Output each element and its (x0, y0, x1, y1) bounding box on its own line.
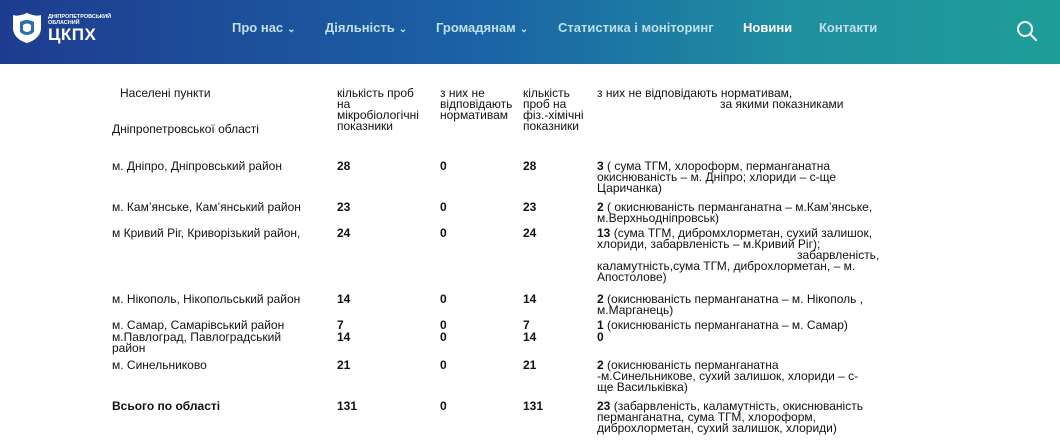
header-text: нормативам (440, 108, 508, 122)
row-place: м. Нікополь, Нікопольський район (112, 292, 301, 306)
row-micro-bad: 0 (440, 200, 447, 214)
chevron-down-icon: ⌄ (398, 24, 408, 35)
nav-item-label: Контакти (819, 20, 878, 35)
nav-item-label: Громадянам (436, 20, 516, 35)
row-detail: 13 (сума ТГМ, дибромхлорметан, сухий зал… (597, 227, 927, 284)
row-micro: 28 (337, 159, 351, 173)
header-text: показники (523, 119, 580, 133)
total-label: Всього по області (112, 399, 221, 413)
detail-text: ще Васильківка) (597, 380, 688, 394)
nav-item-activity[interactable]: Діяльність ⌄ (325, 20, 407, 35)
row-chem: 24 (523, 226, 537, 240)
header-places-line1: Населені пункти (120, 86, 211, 100)
nav-item-contacts[interactable]: Контакти (819, 20, 877, 35)
logo-title: ЦКПХ (48, 24, 97, 44)
row-place: м Кривий Ріг, Криворізький район, (112, 226, 301, 240)
nav-item-news[interactable]: Новини (743, 20, 792, 35)
row-place: м.Павлоград, Павлоградський район (112, 331, 281, 355)
detail-text: м.Марганець) (597, 303, 674, 317)
row-detail-count: 0 (597, 330, 604, 344)
header-chem: кількість проб на фіз.-хімічні показники (523, 87, 584, 133)
place-text: район (112, 341, 146, 355)
row-place: м. Синельниково (112, 358, 207, 372)
header-text: показники (337, 119, 394, 133)
row-chem: 14 (523, 330, 537, 344)
row-micro-bad: 0 (440, 292, 447, 306)
logo[interactable]: Дніпропетровський обласний ЦКПХ (12, 12, 118, 44)
chevron-down-icon: ⌄ (519, 24, 529, 35)
water-quality-table: Населені пункти Дніпропетровської област… (0, 64, 1060, 444)
row-micro: 24 (337, 226, 351, 240)
logo-subtitle: Дніпропетровський обласний (48, 13, 112, 26)
total-detail: 23 (забарвленість, каламутність, окиснюв… (597, 400, 863, 435)
logo-emblem-icon (13, 13, 41, 43)
total-chem: 131 (523, 399, 544, 413)
row-place: м. Кам’янське, Кам’янський район (112, 200, 301, 214)
nav-item-statistics[interactable]: Статистика і моніторинг (558, 20, 714, 35)
nav-item-label: Новини (743, 20, 793, 35)
detail-text: диброхлорметан, сухий залишок, хлориди) (597, 421, 837, 435)
detail-text: м.Верхньодніпровськ) (597, 211, 719, 225)
detail-text: Царичанка) (597, 181, 662, 195)
total-micro-bad: 0 (440, 399, 447, 413)
row-chem: 21 (523, 358, 537, 372)
header-micro-bad: з них не відповідають нормативам (440, 87, 512, 122)
chevron-down-icon: ⌄ (287, 24, 296, 35)
row-detail: 1 (окиснюваність перманганатна – м. Сама… (597, 318, 848, 332)
row-detail: 2 (окиснюваність перманганатна – м. Ніко… (597, 293, 863, 317)
row-micro: 14 (337, 292, 351, 306)
row-micro-bad: 0 (440, 358, 447, 372)
row-micro-bad: 0 (440, 226, 447, 240)
nav-item-citizens[interactable]: Громадянам ⌄ (436, 20, 528, 35)
row-place: м. Дніпро, Дніпровський район (112, 159, 282, 173)
row-micro: 23 (337, 200, 351, 214)
row-micro: 14 (337, 330, 351, 344)
row-chem: 28 (523, 159, 537, 173)
site-header: Дніпропетровський обласний ЦКПХ Про нас ⌄… (0, 0, 1060, 64)
row-micro-bad: 0 (440, 159, 447, 173)
nav-item-about[interactable]: Про нас ⌄ (232, 20, 296, 35)
header-indicators-line2: за якими показниками (720, 97, 844, 111)
row-micro-bad: 0 (440, 330, 447, 344)
nav-item-label: Діяльність (325, 20, 395, 35)
detail-text: (окиснюваність перманганатна – м. Самар) (603, 318, 848, 332)
nav-item-label: Статистика і моніторинг (558, 20, 714, 35)
header-micro: кількість проб на мікробіологічні показн… (337, 87, 419, 133)
total-micro: 131 (337, 399, 358, 413)
search-icon[interactable] (1016, 20, 1038, 42)
nav-item-label: Про нас (232, 20, 284, 35)
row-chem: 23 (523, 200, 537, 214)
row-micro: 21 (337, 358, 351, 372)
row-chem: 14 (523, 292, 537, 306)
row-detail: 2 (окиснюваність перманганатна -м.Синель… (597, 359, 858, 394)
header-places-line2: Дніпропетровської області (112, 122, 259, 136)
row-detail: 3 ( сума ТГМ, хлороформ, перманганатна о… (597, 160, 836, 195)
row-detail: 2 ( окиснюваність перманганатна – м.Кам’… (597, 201, 872, 225)
detail-text: Апостолове) (597, 270, 667, 284)
